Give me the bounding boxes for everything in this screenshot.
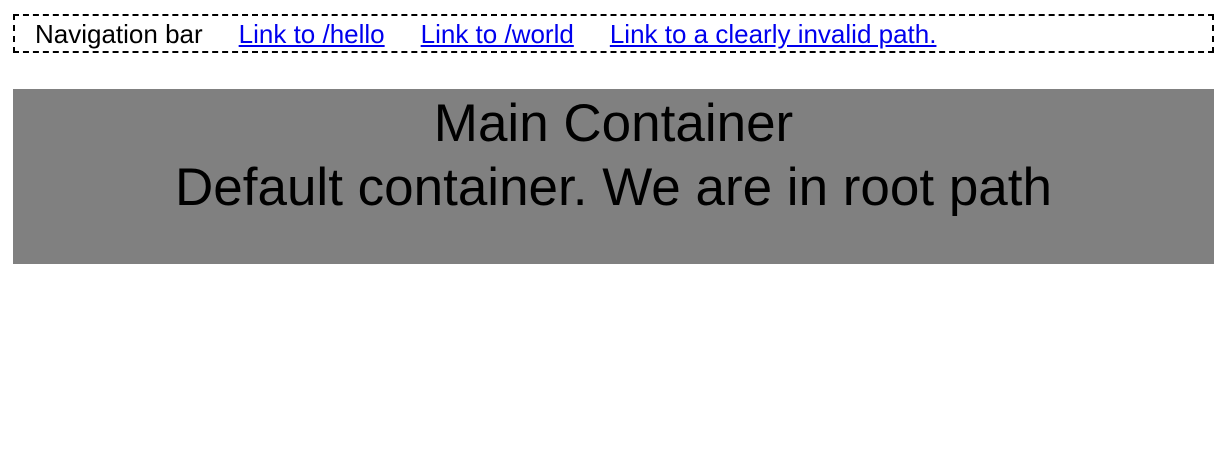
main-message: Default container. We are in root path (175, 158, 1052, 217)
main-container: Main Container Default container. We are… (13, 89, 1214, 264)
link-world[interactable]: Link to /world (421, 21, 574, 47)
main-title: Main Container (433, 94, 794, 153)
link-hello[interactable]: Link to /hello (239, 21, 385, 47)
nav-label: Navigation bar (35, 18, 203, 49)
link-invalid-path[interactable]: Link to a clearly invalid path. (610, 21, 937, 47)
navigation-bar: Navigation bar Link to /hello Link to /w… (13, 14, 1214, 53)
